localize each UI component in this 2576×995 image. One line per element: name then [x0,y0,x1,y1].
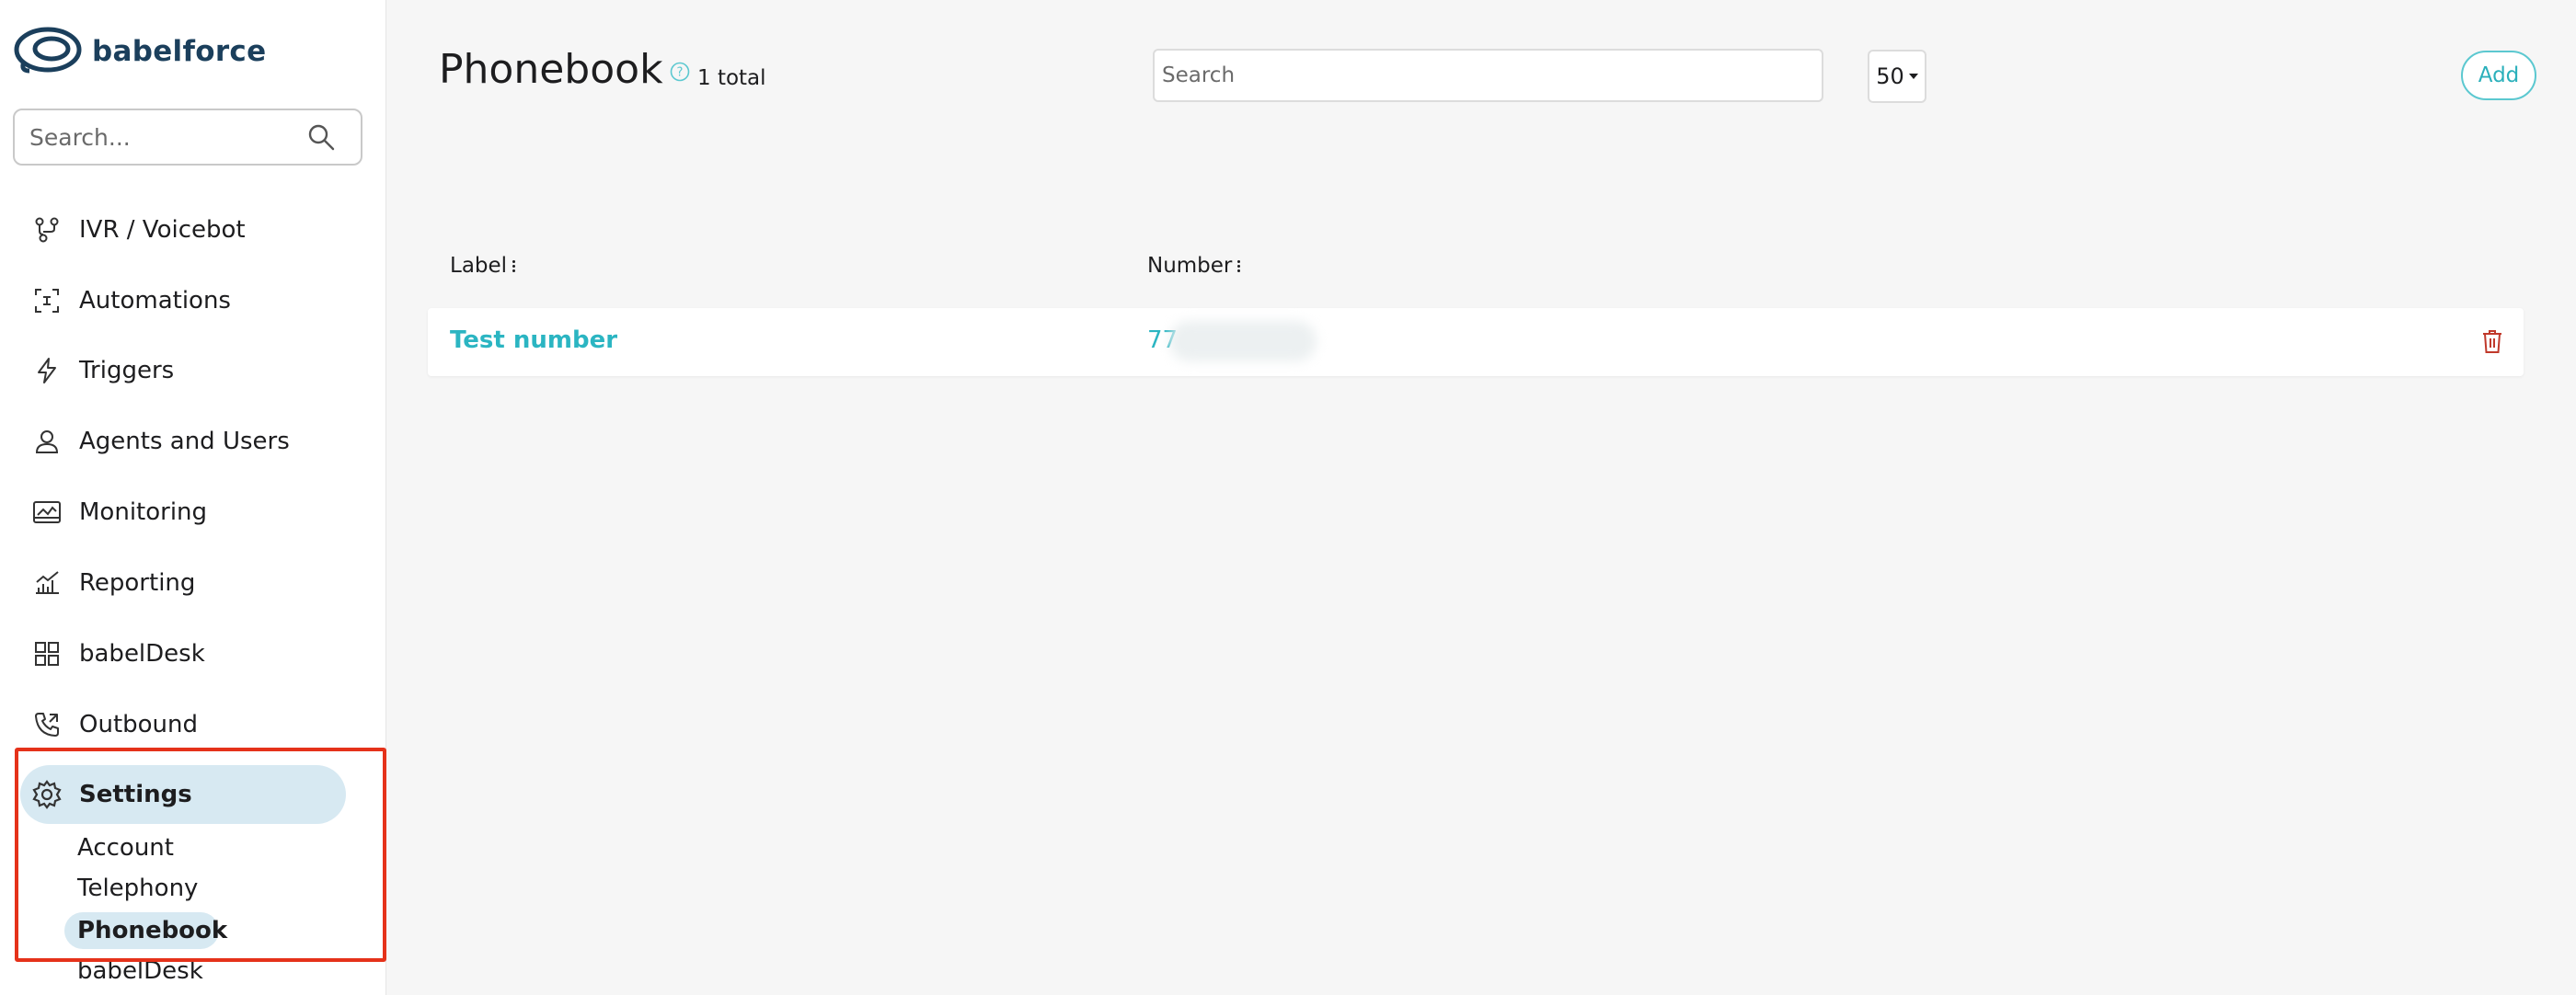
app-root: babelforce IVR / Voicebot Automations [0,0,2576,995]
sidebar-item-label: Outbound [79,711,199,738]
sidebar-item-label: Triggers [79,357,175,384]
sidebar-item-label: babelDesk [79,640,205,668]
logo-text: babelforce [92,35,267,68]
automation-icon [31,285,63,316]
column-menu-icon[interactable] [1237,259,1241,272]
sidebar-item-triggers[interactable]: Triggers [31,352,174,389]
sidebar-item-settings[interactable]: Settings [31,776,192,813]
page-title: Phonebook [439,46,663,93]
sidebar-item-monitoring[interactable]: Monitoring [31,494,207,531]
sidebar-item-label: Reporting [79,569,196,597]
row-label-link[interactable]: Test number [450,326,617,354]
lightning-icon [31,355,63,386]
sidebar-item-ivr-voicebot[interactable]: IVR / Voicebot [31,212,246,248]
svg-text:?: ? [677,66,684,80]
page-size-select[interactable]: 50 [1868,50,1926,103]
phonebook-search-input[interactable] [1155,51,1762,100]
sidebar-search [13,109,362,166]
logo-icon [13,25,83,78]
column-menu-icon[interactable] [512,259,516,272]
logo[interactable]: babelforce [13,22,266,81]
sidebar-item-label: Agents and Users [79,428,290,455]
sidebar-subitem-babeldesk[interactable]: babelDesk [77,955,203,988]
flow-icon [31,214,63,246]
chart-icon [31,567,63,599]
sidebar-subitem-account[interactable]: Account [77,831,174,864]
sidebar-item-reporting[interactable]: Reporting [31,565,195,601]
table-row[interactable]: Test number 77 [428,308,2524,376]
sidebar-subitem-phonebook[interactable]: Phonebook [77,914,227,947]
sidebar-item-agents-users[interactable]: Agents and Users [31,423,290,460]
grid-icon [31,638,63,669]
phone-outbound-icon [31,709,63,740]
sidebar-item-label: Automations [79,287,231,315]
sidebar-item-label: Settings [79,781,192,808]
sidebar-item-outbound[interactable]: Outbound [31,706,198,743]
chevron-down-icon [1908,74,1918,79]
trash-icon[interactable] [2481,328,2503,358]
monitor-icon [31,497,63,528]
sidebar-item-babeldesk[interactable]: babelDesk [31,635,205,672]
column-header-text: Number [1147,254,1233,278]
add-button[interactable]: Add [2461,51,2536,100]
column-header-number[interactable]: Number [1147,250,1241,281]
help-icon[interactable]: ? [670,62,690,86]
gear-icon [31,779,63,810]
page-size-value: 50 [1876,63,1904,89]
phonebook-search [1153,49,1823,102]
search-icon[interactable] [307,123,335,154]
column-header-text: Label [450,254,508,278]
redacted-number-mask [1169,321,1317,361]
total-count: 1 total [697,66,766,90]
sidebar-item-label: Monitoring [79,498,208,526]
sidebar-item-automations[interactable]: Automations [31,282,231,319]
user-icon [31,426,63,457]
sidebar-item-label: IVR / Voicebot [79,216,246,244]
column-header-label[interactable]: Label [450,250,516,281]
sidebar-search-input[interactable] [15,110,300,164]
sidebar: babelforce IVR / Voicebot Automations [0,0,386,995]
sidebar-subitem-telephony[interactable]: Telephony [77,872,198,905]
